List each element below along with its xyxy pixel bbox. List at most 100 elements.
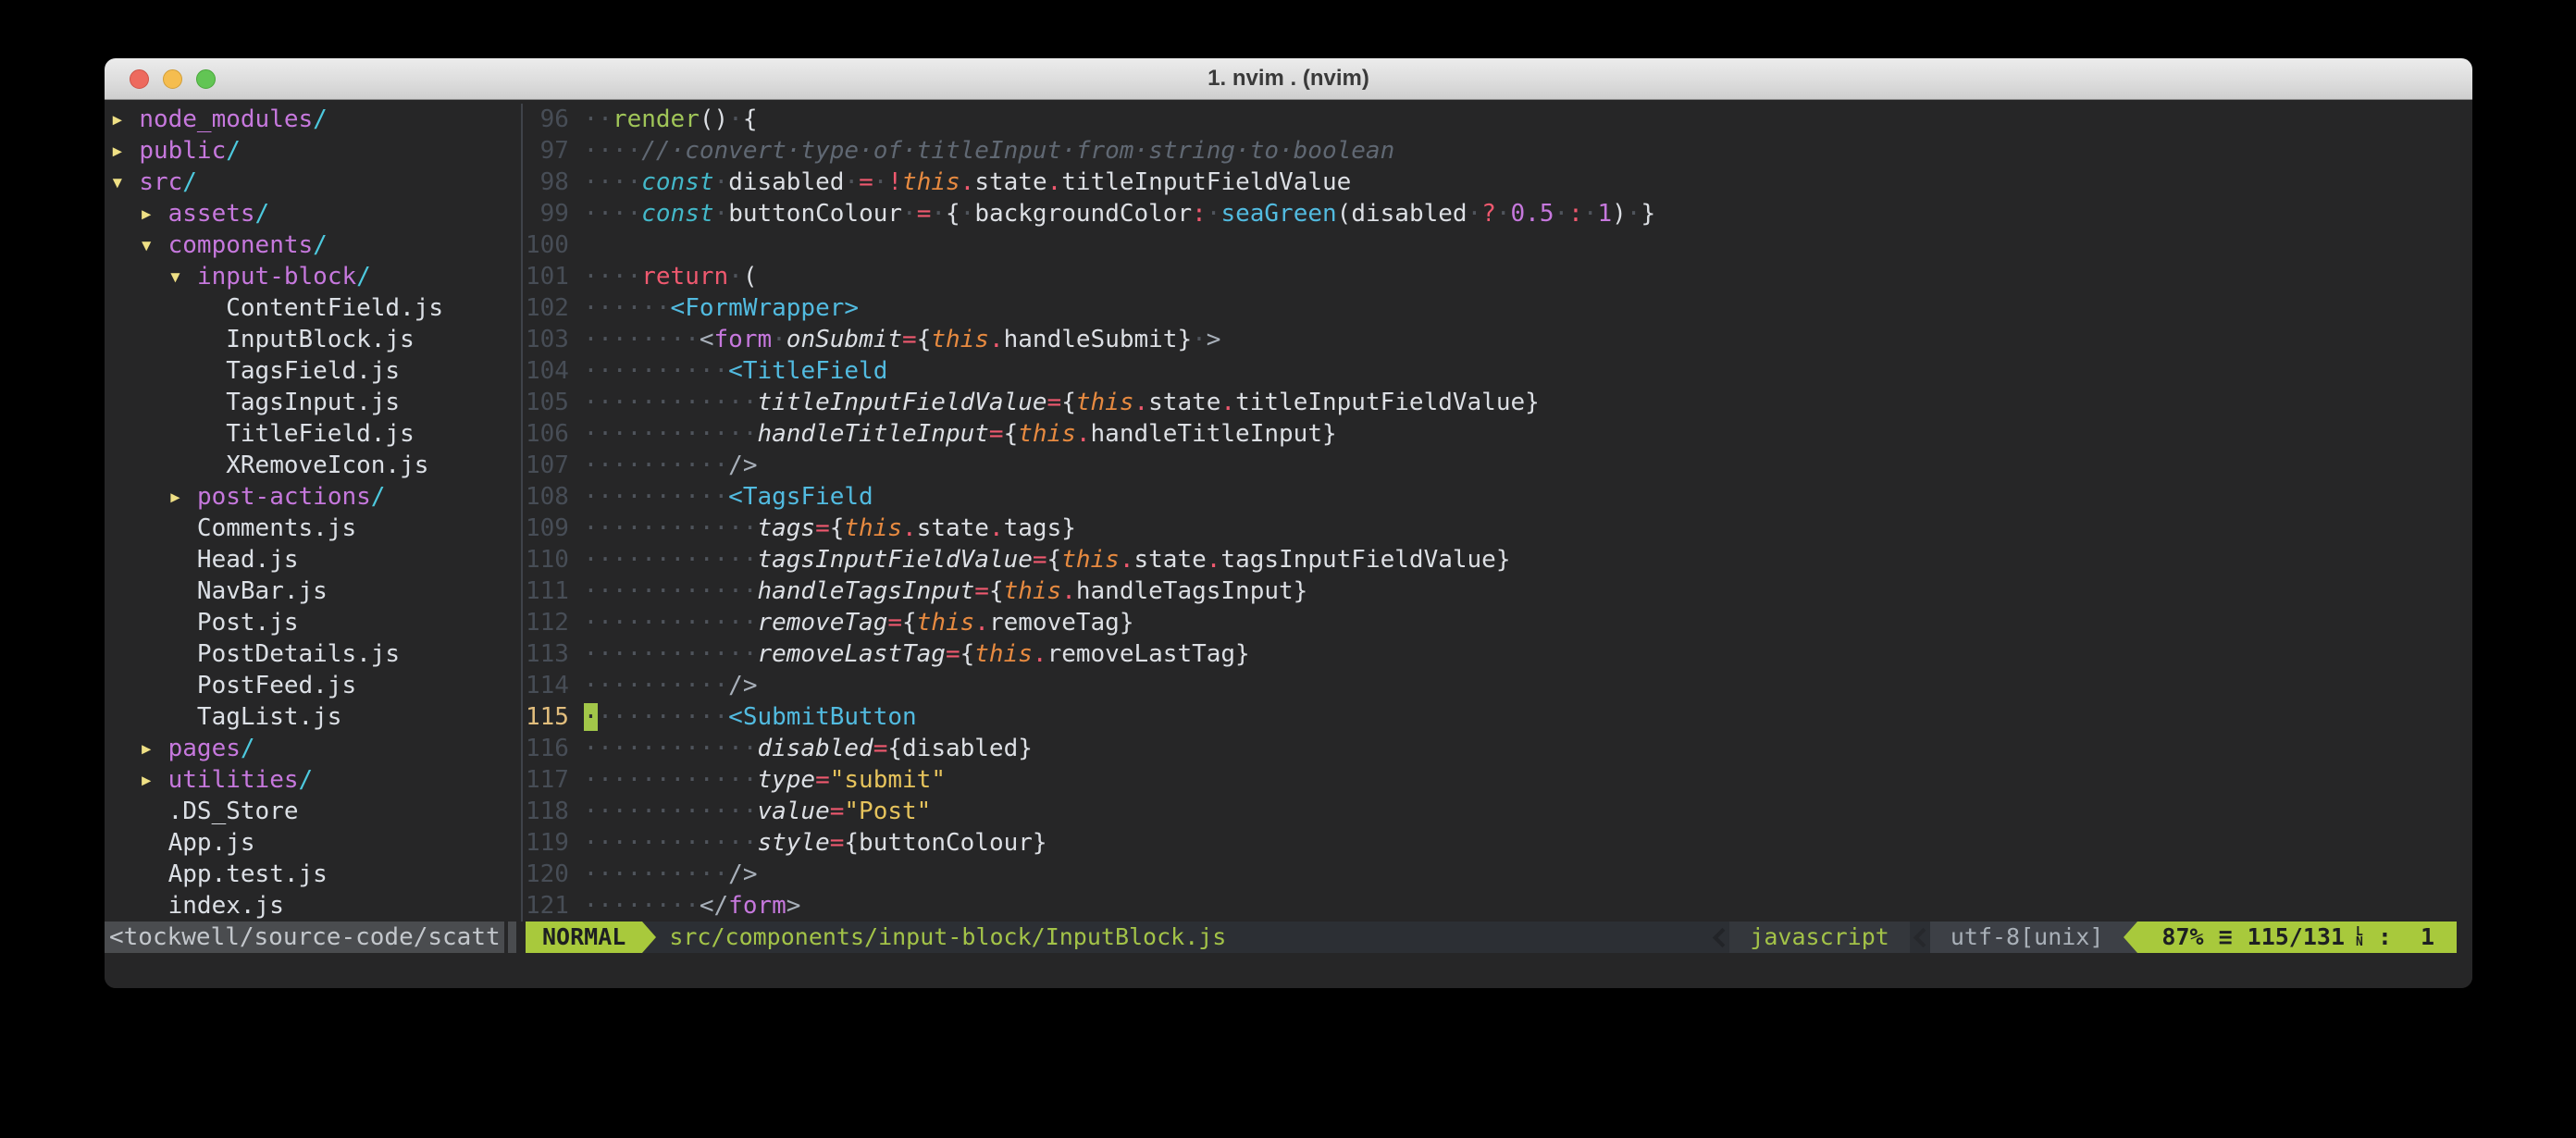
code-line[interactable]: 114 ··········/> [526,670,1655,701]
line-number: 102 [526,294,584,322]
terminal-content: ▸ node_modules/▸ public/▾ src/ ▸ assets/… [105,100,2472,988]
code-line[interactable]: 108 ··········<TagsField [526,481,1655,513]
code-line[interactable]: 120 ··········/> [526,859,1655,890]
tree-item-dir[interactable]: ▸ utilities/ [110,764,443,796]
expanded-arrow-icon: ▾ [110,168,139,196]
code-line[interactable]: 100 [526,229,1655,261]
code-line[interactable]: 116 ············disabled={disabled} [526,733,1655,764]
minimize-button[interactable] [163,69,182,89]
tree-item-file[interactable]: PostDetails.js [110,638,443,670]
statusline-filetype: javascript [1729,922,1910,953]
code-line[interactable]: 121 ········</form> [526,890,1655,922]
command-line[interactable] [105,953,2472,984]
code-line[interactable]: 117 ············type="submit" [526,764,1655,796]
tree-item-dir[interactable]: ▸ assets/ [110,198,443,229]
tree-item-dir[interactable]: ▸ pages/ [110,733,443,764]
tree-item-dir[interactable]: ▸ node_modules/ [110,104,443,135]
code-line[interactable]: 119 ············style={buttonColour} [526,827,1655,859]
code-line[interactable]: 110 ············tagsInputFieldValue={thi… [526,544,1655,575]
line-number: 121 [526,892,584,920]
code-line[interactable]: 101 ····return·( [526,261,1655,292]
screen: 1. nvim . (nvim) ▸ node_modules/▸ public… [0,0,2576,1138]
code-line[interactable]: 103 ········<form·onSubmit={this.handleS… [526,324,1655,355]
terminal-window: 1. nvim . (nvim) ▸ node_modules/▸ public… [105,58,2472,988]
line-number: 97 [526,137,584,165]
code-line[interactable]: 104 ··········<TitleField [526,355,1655,387]
tree-item-label: PostFeed.js [197,672,356,699]
line-number: 108 [526,483,584,511]
tree-item-file[interactable]: NavBar.js [110,575,443,607]
tree-item-file[interactable]: .DS_Store [110,796,443,827]
code-line[interactable]: 107 ··········/> [526,450,1655,481]
tree-item-file[interactable]: Comments.js [110,513,443,544]
code-line[interactable]: 105 ············titleInputFieldValue={th… [526,387,1655,418]
tree-item-label: index.js [168,892,284,920]
tree-item-file[interactable]: ContentField.js [110,292,443,324]
line-number: 100 [526,231,584,259]
tree-item-label: pages [168,735,241,762]
code-line[interactable]: 102 ······<FormWrapper> [526,292,1655,324]
tree-item-dir[interactable]: ▾ src/ [110,167,443,198]
tree-pane[interactable]: ▸ node_modules/▸ public/▾ src/ ▸ assets/… [110,104,443,922]
tree-item-file[interactable]: XRemoveIcon.js [110,450,443,481]
code-line[interactable]: 109 ············tags={this.state.tags} [526,513,1655,544]
code-line[interactable]: 118 ············value="Post" [526,796,1655,827]
tree-item-file[interactable]: TagsInput.js [110,387,443,418]
tree-item-file[interactable]: InputBlock.js [110,324,443,355]
powerline-arrow-left-icon [2124,922,2137,953]
line-number: 116 [526,735,584,762]
code-line[interactable]: 106 ············handleTitleInput={this.h… [526,418,1655,450]
tree-item-label: Comments.js [197,514,356,542]
code-line[interactable]: 97 ····//·convert·type·of·titleInput·fro… [526,135,1655,167]
window-titlebar[interactable]: 1. nvim . (nvim) [105,58,2472,100]
code-line[interactable]: 113 ············removeLastTag={this.remo… [526,638,1655,670]
line-number: 105 [526,389,584,416]
tree-item-label: InputBlock.js [226,326,415,353]
line-number: 104 [526,357,584,385]
tree-item-file[interactable]: Post.js [110,607,443,638]
tree-item-label: XRemoveIcon.js [226,451,428,479]
tree-item-label: TagList.js [197,703,342,731]
collapsed-arrow-icon: ▸ [110,137,139,165]
tree-item-label: TagsField.js [226,357,400,385]
tree-item-label: ContentField.js [226,294,443,322]
zoom-button[interactable] [196,69,216,89]
code-line[interactable]: 112 ············removeTag={this.removeTa… [526,607,1655,638]
line-number: 109 [526,514,584,542]
tree-item-dir[interactable]: ▾ components/ [110,229,443,261]
code-pane[interactable]: 96 ··render()·{ 97 ····//·convert·type·o… [526,104,1655,922]
tree-item-file[interactable]: index.js [110,890,443,922]
tree-item-file[interactable]: TitleField.js [110,418,443,450]
code-line[interactable]: 111 ············handleTagsInput={this.ha… [526,575,1655,607]
collapsed-arrow-icon: ▸ [110,105,139,133]
tree-item-file[interactable]: PostFeed.js [110,670,443,701]
tree-item-label: src [139,168,182,196]
tree-item-label: TitleField.js [226,420,415,448]
code-line[interactable]: 98 ····const·disabled·=·!this.state.titl… [526,167,1655,198]
line-position: 115/131 [2248,922,2345,953]
colon-separator: : [2378,922,2392,953]
code-line[interactable]: 96 ··render()·{ [526,104,1655,135]
linenr-icon: LN [2356,927,2363,947]
column-number: 1 [2407,922,2434,953]
close-button[interactable] [130,69,149,89]
code-line[interactable]: 115 ··········<SubmitButton [526,701,1655,733]
tree-item-file[interactable]: App.test.js [110,859,443,890]
tree-item-file[interactable]: Head.js [110,544,443,575]
tree-item-label: Post.js [197,609,299,637]
tree-item-file[interactable]: TagList.js [110,701,443,733]
window-separator[interactable] [521,104,523,922]
tree-item-dir[interactable]: ▸ public/ [110,135,443,167]
tree-item-file[interactable]: App.js [110,827,443,859]
lines-menu-icon: ≡ [2219,922,2233,953]
code-line[interactable]: 99 ····const·buttonColour·=·{·background… [526,198,1655,229]
tree-item-dir[interactable]: ▸ post-actions/ [110,481,443,513]
tree-item-label: .DS_Store [168,798,299,825]
tree-item-label: NavBar.js [197,577,328,605]
collapsed-arrow-icon: ▸ [168,483,197,511]
tree-item-dir[interactable]: ▾ input-block/ [110,261,443,292]
tree-item-file[interactable]: TagsField.js [110,355,443,387]
line-number: 120 [526,860,584,888]
line-number: 99 [526,200,584,228]
window-title: 1. nvim . (nvim) [1208,66,1369,92]
